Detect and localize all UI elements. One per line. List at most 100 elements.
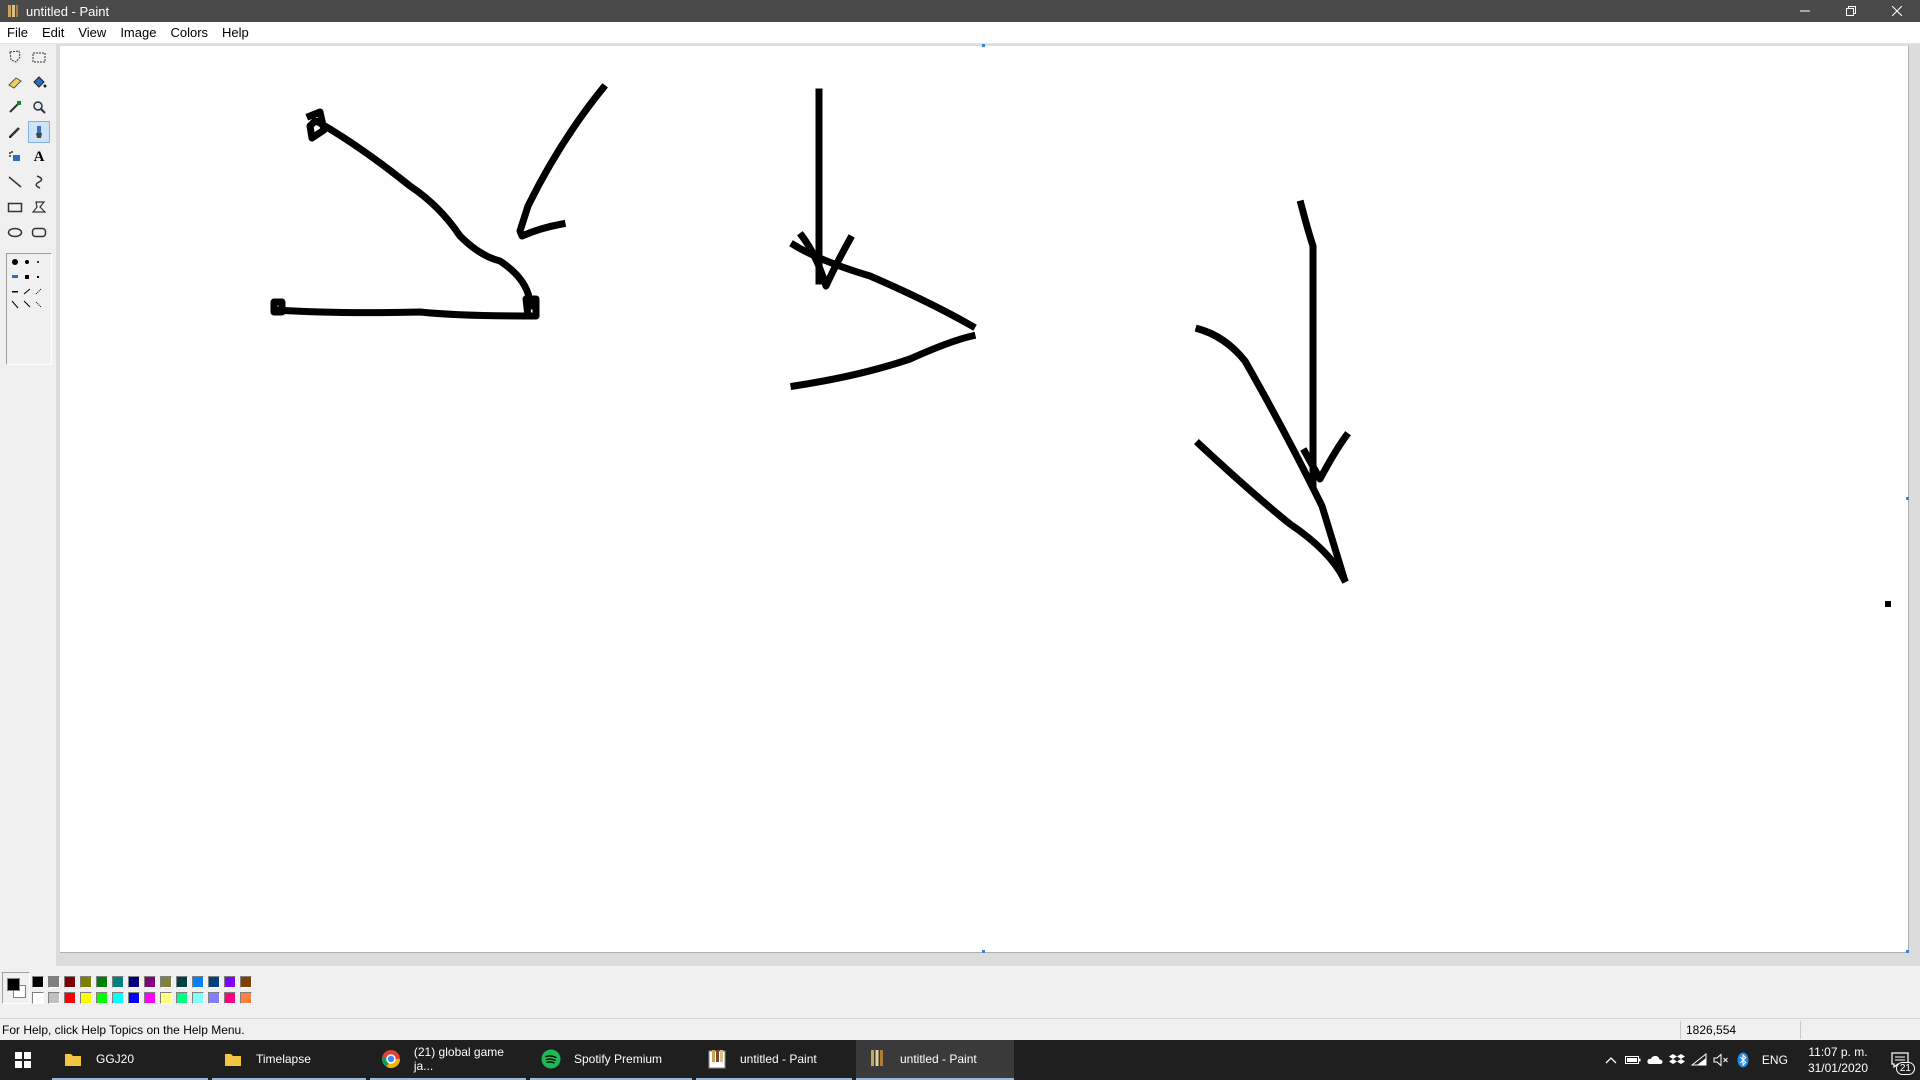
line-tool[interactable]	[4, 171, 26, 193]
menu-help[interactable]: Help	[215, 22, 256, 43]
menu-file[interactable]: File	[0, 22, 35, 43]
resize-handle-corner[interactable]	[1906, 950, 1909, 953]
palette-swatch[interactable]	[96, 992, 108, 1004]
select-tool[interactable]	[28, 46, 50, 68]
palette-swatch[interactable]	[112, 992, 124, 1004]
tray-onedrive[interactable]	[1644, 1040, 1666, 1080]
tray-battery[interactable]	[1622, 1040, 1644, 1080]
palette-swatch[interactable]	[208, 976, 220, 988]
toolbox: A	[0, 44, 56, 966]
free-form-select-tool[interactable]	[4, 46, 26, 68]
taskbar-item-paint-1[interactable]: untitled - Paint	[696, 1040, 852, 1080]
resize-handle-right[interactable]	[1906, 497, 1909, 500]
drawing-workspace	[56, 44, 1920, 966]
stroke-middle-upper	[789, 240, 977, 331]
pick-color-tool[interactable]	[4, 96, 26, 118]
resize-handle-bottom[interactable]	[982, 950, 985, 953]
tray-dropbox[interactable]	[1666, 1040, 1688, 1080]
paint-icon	[871, 1050, 883, 1066]
taskbar-item-ggj20[interactable]: GGJ20	[52, 1040, 208, 1080]
palette-swatch[interactable]	[144, 976, 156, 988]
paint-icon	[708, 1050, 726, 1069]
pencil-tool[interactable]	[4, 121, 26, 143]
taskbar-item-timelapse[interactable]: Timelapse	[212, 1040, 366, 1080]
close-button[interactable]	[1874, 0, 1920, 22]
palette-swatch[interactable]	[48, 976, 60, 988]
restore-button[interactable]	[1828, 0, 1874, 22]
taskbar-item-label: untitled - Paint	[740, 1052, 817, 1066]
clock[interactable]: 11:07 p. m. 31/01/2020	[1796, 1044, 1880, 1076]
palette-swatch[interactable]	[240, 976, 252, 988]
resize-handle-top	[982, 44, 985, 47]
minimize-button[interactable]	[1782, 0, 1828, 22]
palette-swatch[interactable]	[160, 976, 172, 988]
eraser-tool[interactable]	[4, 71, 26, 93]
palette-swatch[interactable]	[144, 992, 156, 1004]
magnifier-icon	[33, 101, 46, 114]
menu-edit[interactable]: Edit	[35, 22, 71, 43]
taskbar-item-chrome[interactable]: (21) global game ja...	[370, 1040, 526, 1080]
taskbar-item-paint-2[interactable]: untitled - Paint	[856, 1040, 1014, 1080]
palette-swatch[interactable]	[32, 976, 44, 988]
eraser-icon	[8, 77, 22, 89]
rectangle-tool[interactable]	[4, 196, 26, 218]
text-icon: A	[33, 148, 45, 165]
stroke-left-arrow	[516, 83, 608, 240]
palette-swatch[interactable]	[192, 976, 204, 988]
palette-swatch[interactable]	[208, 992, 220, 1004]
stroke-left-diagonal	[305, 108, 534, 310]
palette-swatch[interactable]	[176, 992, 188, 1004]
fill-tool[interactable]	[28, 71, 50, 93]
palette-swatch[interactable]	[48, 992, 60, 1004]
menu-colors[interactable]: Colors	[163, 22, 215, 43]
tray-network[interactable]	[1688, 1040, 1710, 1080]
fill-with-color-icon	[33, 76, 47, 88]
menu-view[interactable]: View	[71, 22, 113, 43]
palette-swatch[interactable]	[224, 976, 236, 988]
palette-swatch[interactable]	[80, 992, 92, 1004]
curve-tool[interactable]	[28, 171, 50, 193]
magnifier-tool[interactable]	[28, 96, 50, 118]
close-icon	[1892, 6, 1902, 16]
palette-swatch[interactable]	[80, 976, 92, 988]
menu-image[interactable]: Image	[113, 22, 163, 43]
palette-swatch[interactable]	[128, 976, 140, 988]
palette-swatch[interactable]	[96, 976, 108, 988]
input-language[interactable]: ENG	[1754, 1053, 1796, 1067]
taskbar-item-spotify[interactable]: Spotify Premium	[530, 1040, 692, 1080]
current-colors[interactable]	[2, 972, 30, 1004]
polygon-tool[interactable]	[28, 196, 50, 218]
drawing-canvas[interactable]	[60, 46, 1909, 953]
palette-swatch[interactable]	[240, 992, 252, 1004]
palette-swatch[interactable]	[64, 976, 76, 988]
canvas-drawing	[270, 83, 1891, 607]
palette-swatch[interactable]	[64, 992, 76, 1004]
taskbar-item-label: GGJ20	[96, 1052, 135, 1066]
stroke-right-vertical	[1296, 199, 1317, 490]
palette-swatch[interactable]	[160, 992, 172, 1004]
window-title: untitled - Paint	[26, 3, 110, 19]
palette-swatch[interactable]	[176, 976, 188, 988]
action-center-button[interactable]: 21	[1880, 1040, 1920, 1080]
tray-volume[interactable]	[1710, 1040, 1732, 1080]
tray-bluetooth[interactable]	[1732, 1040, 1754, 1080]
palette-swatch[interactable]	[192, 992, 204, 1004]
brush-shape-options[interactable]	[6, 253, 52, 365]
ellipse-tool[interactable]	[4, 221, 26, 243]
folder-icon	[225, 1054, 241, 1066]
restore-icon	[1846, 6, 1856, 16]
stroke-right-upper	[1194, 324, 1349, 583]
start-button[interactable]	[0, 1040, 46, 1080]
text-tool[interactable]: A	[28, 146, 50, 168]
palette-swatch[interactable]	[112, 976, 124, 988]
airbrush-icon	[9, 151, 20, 161]
stroke-middle-lower	[790, 331, 977, 390]
palette-swatch[interactable]	[224, 992, 236, 1004]
palette-swatch[interactable]	[32, 992, 44, 1004]
brush-tool[interactable]	[28, 121, 50, 143]
rounded-rectangle-tool[interactable]	[28, 221, 50, 243]
palette-swatch[interactable]	[128, 992, 140, 1004]
airbrush-tool[interactable]	[4, 146, 26, 168]
show-hidden-icons-button[interactable]	[1600, 1040, 1622, 1080]
pick-color-icon	[9, 101, 21, 113]
